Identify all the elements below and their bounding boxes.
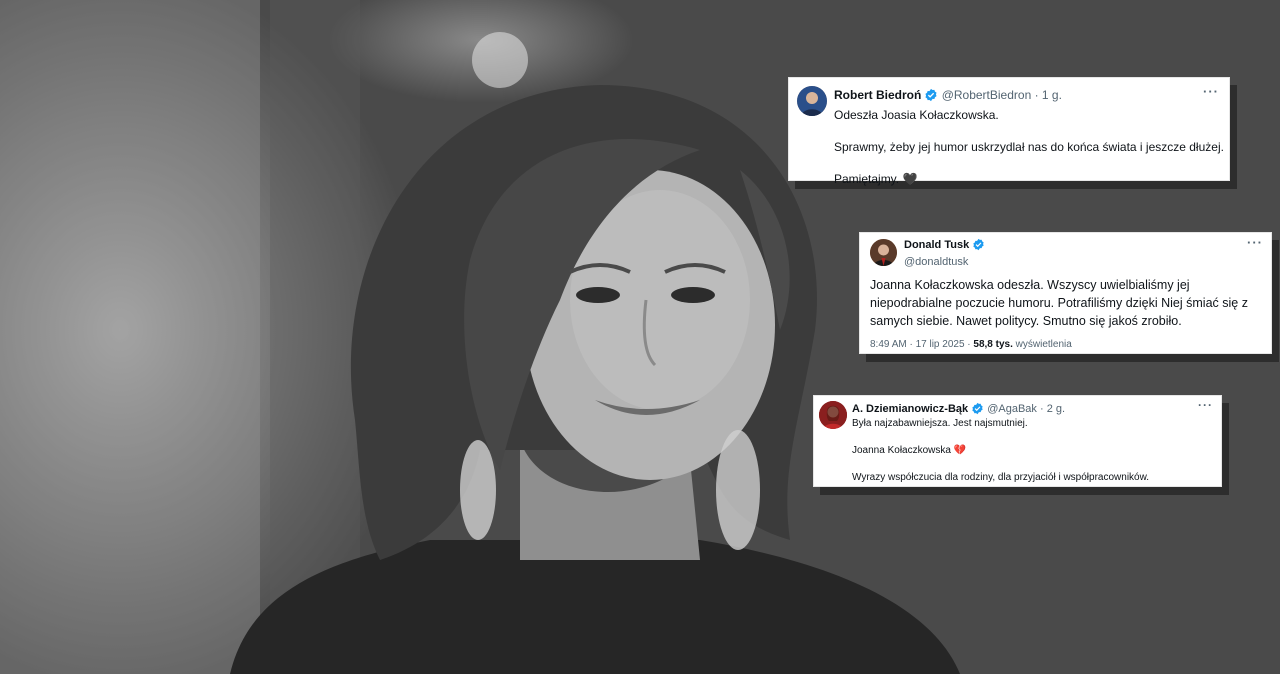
- tweet-header: Robert Biedroń @RobertBiedron · 1 g.: [834, 88, 1062, 105]
- tweet-meta: 8:49 AM · 17 lip 2025 · 58,8 tys. wyświe…: [870, 339, 1072, 350]
- more-options-icon[interactable]: ···: [1198, 398, 1213, 412]
- tweet-text: Joanna Kołaczkowska odeszła. Wszyscy uwi…: [870, 278, 1248, 328]
- tweet-card-dziemianowicz-bak[interactable]: A. Dziemianowicz-Bąk @AgaBak · 2 g. ··· …: [813, 395, 1222, 487]
- avatar-image: [819, 401, 847, 429]
- tweet-timestamp[interactable]: 8:49 AM · 17 lip 2025 ·: [870, 339, 973, 350]
- tweet-text: Była najzabawniejsza. Jest najsmutniej. …: [852, 417, 1217, 498]
- verified-badge-icon: [972, 238, 985, 255]
- author-name[interactable]: Robert Biedroń: [834, 88, 921, 102]
- more-options-icon[interactable]: ···: [1203, 84, 1219, 99]
- author-handle[interactable]: @donaldtusk: [904, 255, 985, 269]
- tweet-header: A. Dziemianowicz-Bąk @AgaBak · 2 g.: [852, 402, 1065, 418]
- tweet-paragraph: Sprawmy, żeby jej humor uskrzydlał nas d…: [834, 140, 1224, 154]
- author-handle[interactable]: @AgaBak: [987, 403, 1037, 415]
- avatar[interactable]: [819, 401, 847, 429]
- avatar-image: [797, 86, 827, 116]
- verified-badge-icon: [924, 88, 938, 105]
- tweet-text: Odeszła Joasia Kołaczkowska. Sprawmy, że…: [834, 107, 1224, 203]
- tweet-time[interactable]: · 1 g.: [1035, 88, 1062, 102]
- author-handle[interactable]: @RobertBiedron: [942, 88, 1032, 102]
- tweet-paragraph: Wyrazy współczucia dla rodziny, dla przy…: [852, 472, 1150, 483]
- avatar-image: [870, 239, 897, 266]
- tweet-card-biedron[interactable]: Robert Biedroń @RobertBiedron · 1 g. ···…: [788, 77, 1230, 186]
- tweet-paragraph: Odeszła Joasia Kołaczkowska.: [834, 108, 999, 122]
- avatar[interactable]: [870, 239, 897, 266]
- author-name[interactable]: Donald Tusk: [904, 239, 969, 251]
- views-count: 58,8 tys.: [973, 339, 1013, 350]
- tweet-paragraph: Była najzabawniejsza. Jest najsmutniej.: [852, 418, 1028, 429]
- views-label: wyświetlenia: [1015, 339, 1072, 350]
- more-options-icon[interactable]: ···: [1247, 235, 1263, 250]
- author-name[interactable]: A. Dziemianowicz-Bąk: [852, 403, 968, 415]
- tweet-header: Donald Tusk @donaldtusk: [904, 238, 985, 269]
- tweet-time[interactable]: · 2 g.: [1040, 403, 1065, 415]
- avatar[interactable]: [797, 86, 827, 116]
- tweet-paragraph: Pamiętajmy. 🖤: [834, 172, 918, 186]
- tweet-paragraph: Joanna Kołaczkowska 💔: [852, 445, 967, 456]
- verified-badge-icon: [971, 402, 984, 418]
- tweet-card-tusk[interactable]: Donald Tusk @donaldtusk ··· Joanna Kołac…: [859, 232, 1272, 354]
